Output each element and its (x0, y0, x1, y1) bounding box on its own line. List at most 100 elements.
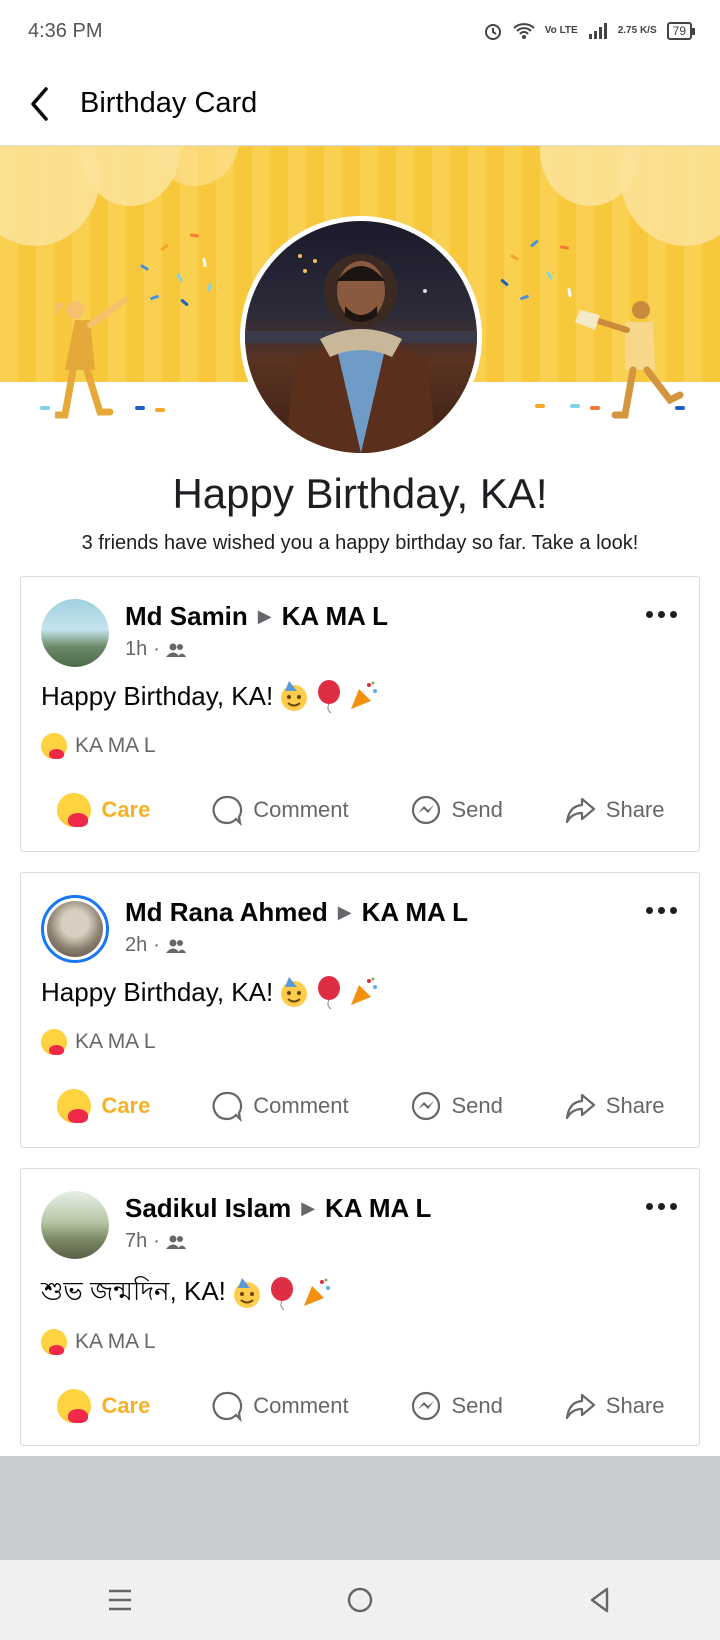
party-face-emoji-icon (281, 977, 308, 1007)
more-options-button[interactable] (641, 895, 681, 925)
reactions-row[interactable]: KA MA L (41, 1029, 156, 1055)
birthday-subtitle: 3 friends have wished you a happy birthd… (81, 532, 639, 554)
author-name[interactable]: Md Rana Ahmed (125, 897, 328, 928)
page-bottom-spacer (0, 1456, 720, 1560)
battery-icon: 79 (666, 22, 696, 40)
care-icon (57, 793, 92, 827)
comment-icon (212, 1091, 243, 1122)
messenger-icon (411, 1091, 440, 1121)
status-time: 4:36 PM (28, 19, 103, 42)
signal-icon (588, 23, 607, 39)
send-button[interactable]: Send (400, 1082, 513, 1130)
send-button[interactable]: Send (400, 1382, 513, 1430)
send-button[interactable]: Send (400, 786, 513, 834)
party-popper-emoji-icon (351, 681, 378, 709)
messenger-icon (411, 1391, 440, 1421)
system-back-button[interactable] (560, 1570, 640, 1630)
party-popper-emoji-icon (303, 1278, 330, 1306)
share-arrow-icon (565, 797, 595, 824)
comment-button[interactable]: Comment (201, 1382, 358, 1430)
care-reaction-icon (41, 1029, 67, 1055)
author-avatar[interactable] (41, 895, 109, 963)
home-circle-icon (347, 1587, 373, 1613)
chevron-left-icon (31, 86, 48, 121)
home-button[interactable] (320, 1570, 400, 1630)
target-name[interactable]: KA MA L (362, 897, 468, 928)
comment-button[interactable]: Comment (201, 786, 358, 834)
reactions-row[interactable]: KA MA L (41, 733, 156, 759)
party-face-emoji-icon (233, 1278, 260, 1308)
comment-button[interactable]: Comment (201, 1082, 358, 1130)
post-text: শুভ জন্মদিন, KA! (41, 1271, 334, 1315)
reactor-name: KA MA L (75, 1030, 156, 1053)
party-person-right-illustration (575, 301, 684, 419)
post-time[interactable]: 1h (125, 638, 147, 661)
balloon-emoji-icon (318, 976, 341, 1009)
care-button[interactable]: Care (47, 1081, 160, 1131)
care-icon (57, 1389, 92, 1423)
care-button[interactable]: Care (47, 1381, 160, 1431)
post-time[interactable]: 2h (125, 934, 147, 957)
birthday-post: Sadikul Islam ▶ KA MA L 7h · শুভ জন্মদিন… (20, 1168, 700, 1446)
back-button[interactable] (0, 62, 80, 146)
alarm-icon (484, 24, 501, 40)
author-avatar[interactable] (41, 599, 109, 667)
care-icon (57, 1089, 92, 1123)
more-options-button[interactable] (641, 599, 681, 629)
speed-label: 2.75 K/S (617, 25, 657, 36)
share-button[interactable]: Share (554, 786, 675, 834)
page-title: Birthday Card (80, 87, 258, 119)
reactions-row[interactable]: KA MA L (41, 1329, 156, 1355)
target-name[interactable]: KA MA L (282, 601, 388, 632)
party-person-left-illustration (55, 297, 128, 419)
post-time[interactable]: 7h (125, 1230, 147, 1253)
birthday-post: Md Samin ▶ KA MA L 1h · Happy Birthday, … (20, 576, 700, 852)
status-bar: 4:36 PM Vo LTE 2.75 K/S 79 (0, 0, 720, 62)
post-text: Happy Birthday, KA! (41, 975, 381, 1009)
care-reaction-icon (41, 733, 67, 759)
party-popper-emoji-icon (351, 977, 378, 1005)
comment-icon (212, 795, 243, 826)
post-actions: Care Comment Send Share (21, 775, 701, 845)
reactor-name: KA MA L (75, 734, 156, 757)
messenger-icon (411, 795, 440, 825)
recent-apps-button[interactable] (80, 1570, 160, 1630)
system-nav-bar (0, 1560, 720, 1640)
friends-audience-icon (165, 939, 186, 953)
post-text: Happy Birthday, KA! (41, 679, 381, 713)
care-reaction-icon (41, 1329, 67, 1355)
party-face-emoji-icon (281, 681, 308, 711)
wifi-icon (513, 23, 535, 39)
post-message: শুভ জন্মদিন, KA! (41, 1276, 226, 1306)
author-name[interactable]: Md Samin (125, 601, 248, 632)
comment-icon (212, 1391, 243, 1422)
friends-audience-icon (165, 1235, 186, 1249)
author-name[interactable]: Sadikul Islam (125, 1193, 291, 1224)
triangle-right-icon: ▶ (257, 606, 272, 626)
target-name[interactable]: KA MA L (325, 1193, 431, 1224)
menu-icon (109, 1589, 131, 1611)
back-triangle-icon (590, 1587, 609, 1613)
post-message: Happy Birthday, KA! (41, 680, 274, 711)
share-button[interactable]: Share (554, 1382, 675, 1430)
profile-avatar[interactable] (240, 216, 482, 458)
reactor-name: KA MA L (75, 1330, 156, 1353)
share-arrow-icon (565, 1393, 595, 1420)
share-arrow-icon (565, 1093, 595, 1120)
share-button[interactable]: Share (554, 1082, 675, 1130)
balloon-emoji-icon (318, 680, 341, 713)
post-actions: Care Comment Send Share (21, 1071, 701, 1141)
balloon-emoji-icon (270, 1277, 293, 1310)
birthday-post: Md Rana Ahmed ▶ KA MA L 2h · Happy Birth… (20, 872, 700, 1148)
post-message: Happy Birthday, KA! (41, 976, 274, 1007)
friends-audience-icon (165, 643, 186, 657)
post-actions: Care Comment Send Share (21, 1371, 701, 1441)
care-button[interactable]: Care (47, 785, 160, 835)
triangle-right-icon: ▶ (301, 1198, 316, 1218)
author-avatar[interactable] (41, 1191, 109, 1259)
triangle-right-icon: ▶ (337, 902, 352, 922)
birthday-greeting: Happy Birthday, KA! (172, 470, 548, 517)
more-options-button[interactable] (641, 1191, 681, 1221)
network-label: Vo LTE (544, 25, 578, 36)
status-icons: Vo LTE 2.75 K/S 79 (483, 21, 696, 41)
